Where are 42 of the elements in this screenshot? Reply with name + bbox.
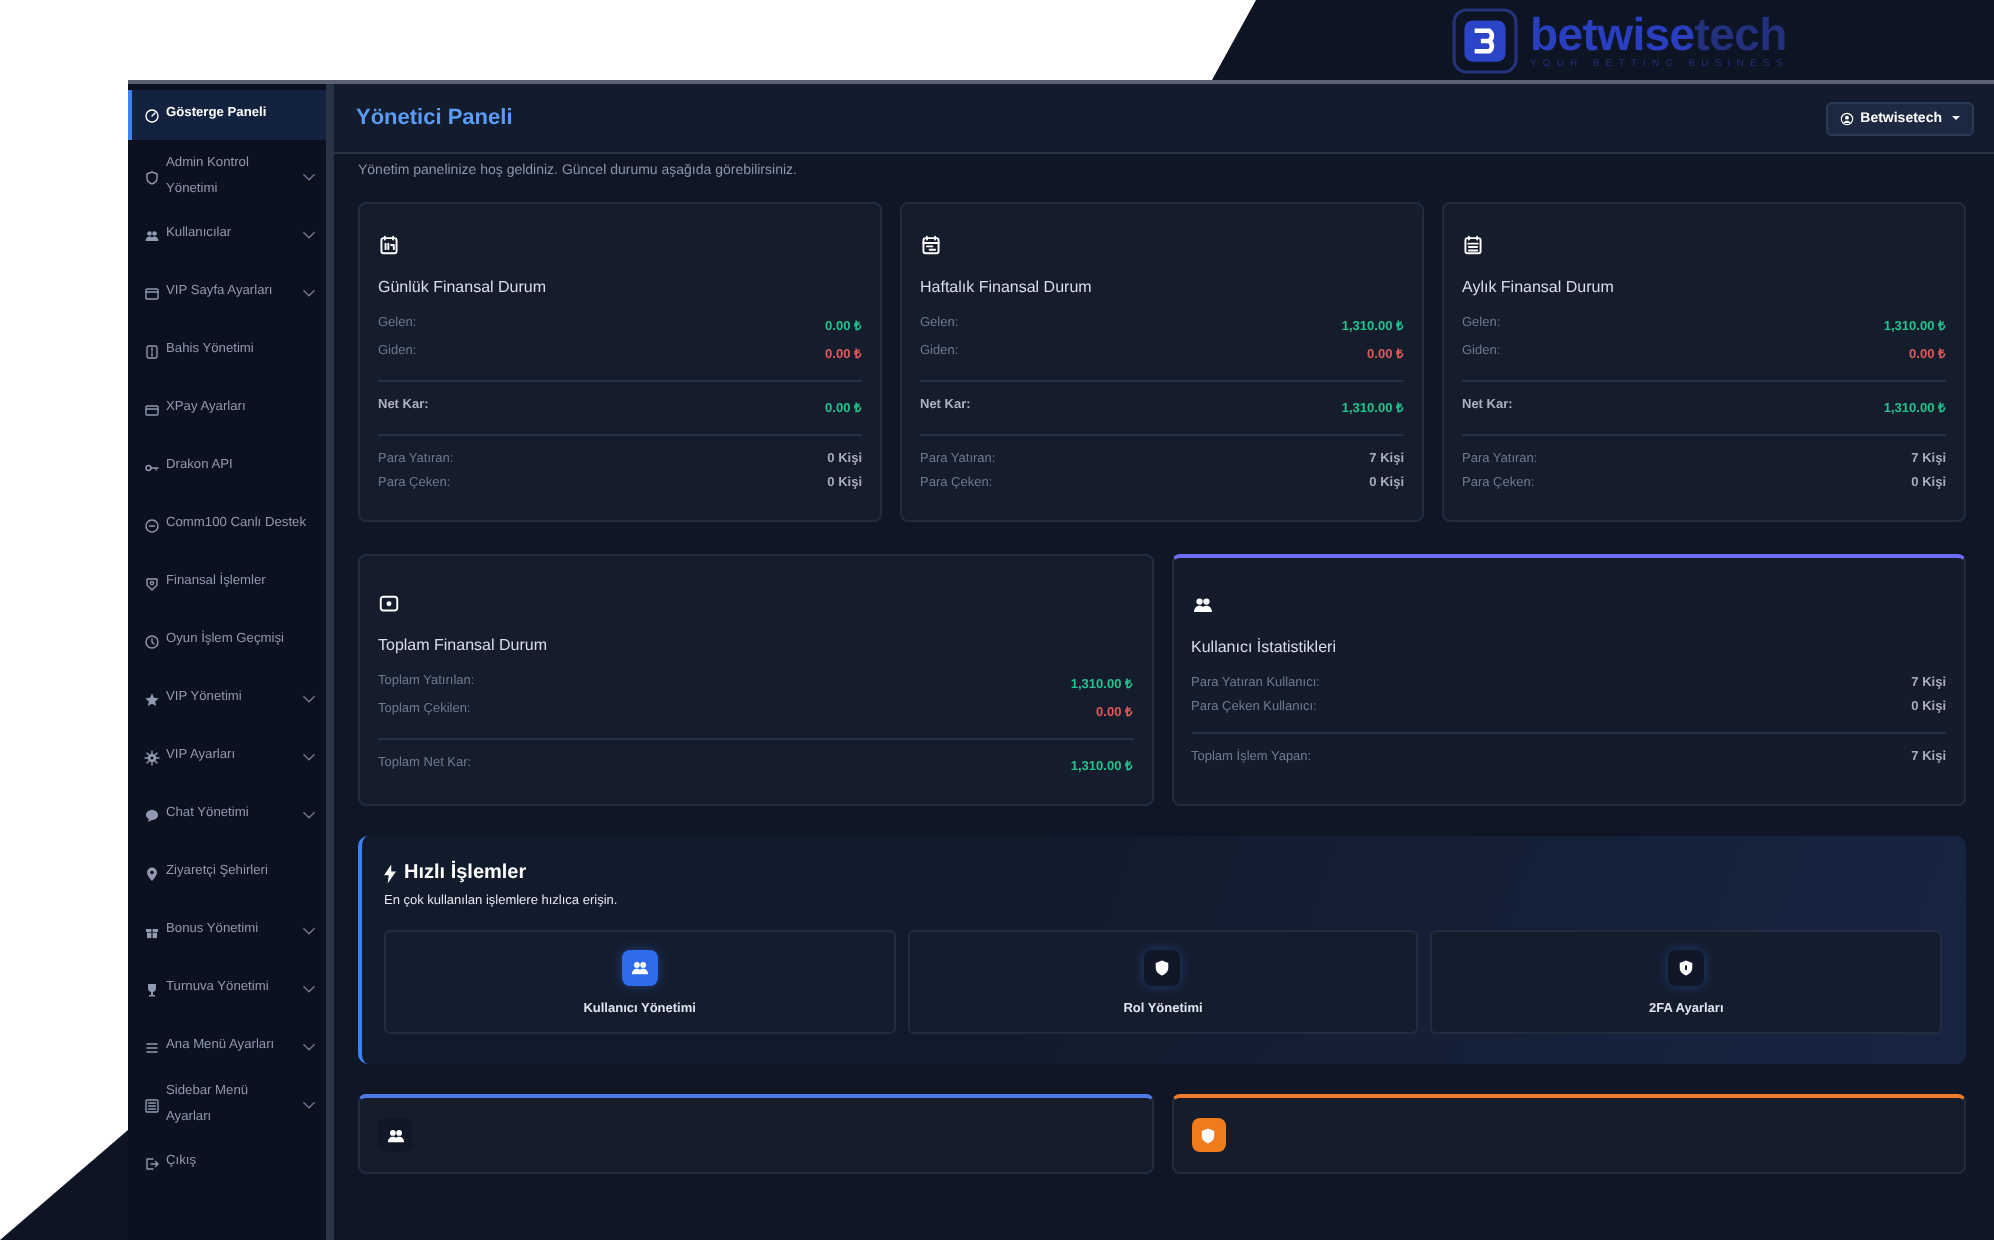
card-title: Toplam Finansal Durum — [378, 636, 549, 654]
shield-icon — [1152, 958, 1173, 978]
logout-icon — [144, 1155, 160, 1171]
logo-icon — [1452, 7, 1518, 73]
lightning-icon — [384, 863, 396, 883]
caret-icon — [1952, 116, 1960, 120]
shield-icon — [1198, 1125, 1218, 1145]
shield-icon — [144, 169, 160, 185]
shield-icon — [1676, 958, 1697, 978]
calendar-icon — [1462, 233, 1484, 255]
chat-icon — [144, 517, 160, 533]
user-icon — [1840, 111, 1855, 125]
cash-box-icon — [378, 591, 400, 613]
users-icon — [629, 958, 650, 978]
list-icon — [144, 343, 160, 359]
page-title: Yönetici Paneli — [356, 106, 513, 130]
star-icon — [144, 691, 160, 707]
gear-icon — [144, 749, 160, 765]
card-title: Aylık Finansal Durum — [1462, 278, 1616, 296]
chat-bubble-icon — [144, 807, 160, 823]
sidebar-icon — [144, 1097, 160, 1113]
card-title: Haftalık Finansal Durum — [920, 278, 1094, 296]
key-icon — [144, 459, 160, 475]
menu-icon — [144, 1039, 160, 1055]
card-title: Kullanıcı İstatistikleri — [1191, 638, 1338, 656]
users-icon — [144, 227, 160, 243]
calendar-icon — [920, 233, 942, 255]
scrollbar[interactable] — [326, 84, 334, 1240]
trophy-icon — [144, 981, 160, 997]
map-pin-icon — [144, 865, 160, 881]
logo-wordmark: betwisetech — [1530, 11, 1789, 57]
money-icon — [144, 575, 160, 591]
section-title: Hızlı İşlemler — [404, 862, 527, 884]
users-icon — [385, 1125, 405, 1145]
card-icon — [144, 401, 160, 417]
calendar-icon — [378, 233, 400, 255]
clock-icon — [144, 633, 160, 649]
gauge-icon — [144, 107, 160, 123]
window-icon — [144, 285, 160, 301]
gift-icon — [144, 923, 160, 939]
card-title: Günlük Finansal Durum — [378, 278, 549, 296]
users-icon — [1191, 593, 1213, 615]
